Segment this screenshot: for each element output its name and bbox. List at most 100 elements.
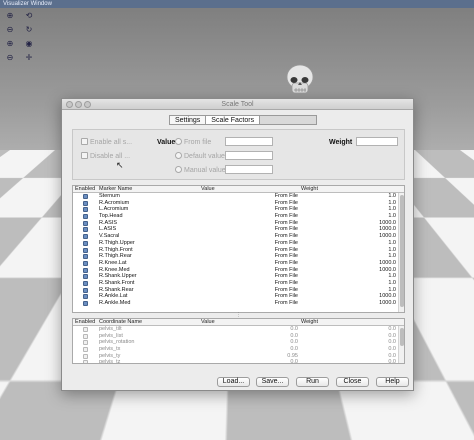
row-weight[interactable]: 0.0 [388,359,396,363]
row-value[interactable]: From File [268,240,298,247]
coordinate-scrollbar[interactable] [398,326,404,363]
row-weight[interactable]: 1.0 [388,253,396,260]
default-value-radio[interactable]: Default value [175,152,225,161]
camera-icon[interactable]: ◉ [23,39,35,49]
row-value[interactable]: From File [268,260,298,267]
save-button[interactable]: Save... [256,377,289,387]
row-value[interactable]: From File [268,220,298,227]
row-value[interactable]: 0.0 [268,326,298,333]
close-button[interactable]: Close [336,377,369,387]
from-file-input[interactable] [225,137,273,146]
manual-value-radio[interactable]: Manual value [175,166,226,175]
row-value[interactable]: From File [268,226,298,233]
table-row[interactable]: R.Thigh.Rear From File 1.0 [73,253,404,260]
row-weight[interactable]: 1.0 [388,213,396,220]
column-header-weight[interactable]: Weight [301,186,318,193]
enabled-checkbox[interactable] [83,333,88,339]
enabled-checkbox[interactable] [83,194,88,199]
row-weight[interactable]: 1000.0 [379,267,396,274]
row-weight[interactable]: 1000.0 [379,300,396,307]
row-value[interactable]: From File [268,206,298,213]
marker-scrollbar[interactable] [398,193,404,312]
table-row[interactable]: R.Knee.Med From File 1000.0 [73,267,404,274]
zoom-out-icon[interactable]: ⊖ [4,53,16,63]
table-row[interactable]: R.Knee.Lat From File 1000.0 [73,260,404,267]
refresh-icon[interactable]: ↻ [23,25,35,35]
column-header-enabled[interactable]: Enabled [75,319,95,326]
tab-settings[interactable]: Settings [169,115,207,125]
rotate-icon[interactable]: ⟲ [23,11,35,21]
table-row[interactable]: R.Thigh.Front From File 1.0 [73,247,404,254]
table-row[interactable]: pelvis_tx 0.0 0.0 [73,346,404,353]
row-value[interactable]: From File [268,293,298,300]
row-weight[interactable]: 1.0 [388,240,396,247]
row-value[interactable]: From File [268,253,298,260]
row-value[interactable]: From File [268,267,298,274]
enabled-checkbox[interactable] [83,220,88,226]
enabled-checkbox[interactable] [83,287,88,293]
table-row[interactable]: Sternum From File 1.0 [73,193,404,200]
table-row[interactable]: R.Thigh.Upper From File 1.0 [73,240,404,247]
zoom-in-icon[interactable]: ⊕ [4,39,16,49]
table-row[interactable]: pelvis_tilt 0.0 0.0 [73,326,404,333]
table-row[interactable]: R.Ankle.Lat From File 1000.0 [73,293,404,300]
table-row[interactable]: L.ASIS From File 1000.0 [73,226,404,233]
row-value[interactable]: From File [268,233,298,240]
table-row[interactable]: R.Shank.Front From File 1.0 [73,280,404,287]
row-weight[interactable]: 0.0 [388,346,396,353]
skull-model[interactable] [283,63,319,99]
table-row[interactable]: R.ASIS From File 1000.0 [73,220,404,227]
default-value-input[interactable] [225,151,273,160]
weight-input[interactable] [356,137,398,146]
enable-all-checkbox[interactable]: Enable all s... [81,138,132,147]
row-value[interactable]: From File [268,247,298,254]
row-value[interactable]: From File [268,280,298,287]
row-weight[interactable]: 1000.0 [379,226,396,233]
enabled-checkbox[interactable] [83,207,88,213]
zoom-out-icon[interactable]: ⊖ [4,25,16,35]
enabled-checkbox[interactable] [83,340,88,346]
row-weight[interactable]: 1.0 [388,193,396,200]
table-row[interactable]: Top.Head From File 1.0 [73,213,404,220]
scrollbar-thumb[interactable] [400,195,404,307]
table-row[interactable]: pelvis_ty 0.95 0.0 [73,353,404,360]
row-weight[interactable]: 1000.0 [379,233,396,240]
enabled-checkbox[interactable] [83,200,88,206]
help-button[interactable]: Help [376,377,409,387]
row-weight[interactable]: 0.0 [388,339,396,346]
from-file-radio[interactable]: From file [175,138,211,147]
run-button[interactable]: Run [296,377,329,387]
row-weight[interactable]: 0.0 [388,326,396,333]
enabled-checkbox[interactable] [83,234,88,240]
enabled-checkbox[interactable] [83,327,88,332]
row-weight[interactable]: 1.0 [388,280,396,287]
table-row[interactable]: pelvis_list 0.0 0.0 [73,333,404,340]
table-row[interactable]: L.Acromium From File 1.0 [73,206,404,213]
table-row[interactable]: R.Acromium From File 1.0 [73,200,404,207]
row-weight[interactable]: 0.0 [388,353,396,360]
row-weight[interactable]: 1.0 [388,247,396,254]
axes-icon[interactable]: ✛ [23,53,35,63]
row-value[interactable]: 0.0 [268,346,298,353]
row-weight[interactable]: 1000.0 [379,220,396,227]
column-header-value[interactable]: Value [201,186,215,193]
row-value[interactable]: 0.0 [268,339,298,346]
enabled-checkbox[interactable] [83,240,88,246]
table-row[interactable]: R.Shank.Upper From File 1.0 [73,273,404,280]
column-header-enabled[interactable]: Enabled [75,186,95,193]
row-weight[interactable]: 1.0 [388,206,396,213]
column-header-weight[interactable]: Weight [301,319,318,326]
table-row[interactable]: pelvis_rotation 0.0 0.0 [73,339,404,346]
enabled-checkbox[interactable] [83,280,88,286]
enabled-checkbox[interactable] [83,301,88,306]
scrollbar-thumb[interactable] [400,328,404,346]
row-weight[interactable]: 1000.0 [379,293,396,300]
row-value[interactable]: From File [268,193,298,200]
row-weight[interactable]: 0.0 [388,333,396,340]
row-value[interactable]: From File [268,213,298,220]
enabled-checkbox[interactable] [83,260,88,266]
enabled-checkbox[interactable] [83,227,88,233]
row-value[interactable]: From File [268,300,298,307]
enabled-checkbox[interactable] [83,267,88,273]
enabled-checkbox[interactable] [83,274,88,280]
